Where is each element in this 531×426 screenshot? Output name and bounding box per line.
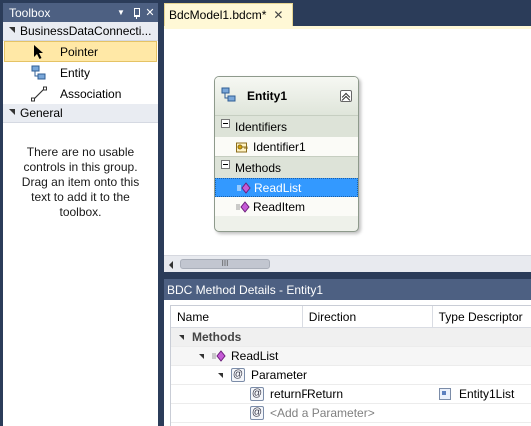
toolbox-title-bar: Toolbox ▼ ✕ — [3, 3, 158, 22]
details-title: BDC Method Details - Entity1 — [167, 282, 324, 297]
expanded-arrow-icon[interactable] — [218, 372, 223, 378]
scroll-thumb[interactable]: III — [180, 259, 270, 269]
toolbox-title: Toolbox — [9, 5, 51, 20]
parameter-label: Parameter — [251, 368, 308, 382]
method-icon — [236, 200, 250, 213]
tab-bdcmodel1[interactable]: BdcModel1.bdcm* ✕ — [164, 3, 293, 26]
expanded-arrow-icon[interactable] — [199, 353, 204, 359]
toolbox-item-label: Association — [60, 86, 122, 101]
parameter-icon: @ — [250, 387, 264, 401]
methods-group-label: Methods — [192, 330, 242, 344]
toolbox-item-entity[interactable]: Entity — [4, 62, 157, 83]
tab-close-icon[interactable]: ✕ — [273, 8, 283, 22]
details-title-bar: BDC Method Details - Entity1 — [164, 279, 531, 300]
toolbox-item-label: Pointer — [60, 44, 99, 59]
toolbox-empty-message: There are no usable controls in this gro… — [21, 145, 140, 219]
parameter-icon: @ — [231, 368, 245, 382]
identifiers-section[interactable]: Identifiers — [215, 115, 358, 137]
parameter-name[interactable]: returnP — [270, 387, 307, 401]
pin-icon[interactable] — [129, 3, 143, 22]
grid-row-return-parameter[interactable]: @ returnP Return Entity1List — [171, 385, 531, 404]
entity-icon — [221, 87, 239, 106]
toolbox-close-icon[interactable]: ✕ — [143, 6, 157, 19]
horizontal-scrollbar[interactable]: III — [164, 255, 531, 272]
method-name: ReadList — [231, 349, 279, 363]
toolbox-panel: Toolbox ▼ ✕ BusinessDataConnecti... Poin… — [3, 3, 158, 426]
add-parameter-placeholder[interactable]: <Add a Parameter> — [270, 406, 375, 420]
key-icon — [236, 140, 250, 154]
toolbox-item-association[interactable]: Association — [4, 83, 157, 104]
method-label: ReadList — [254, 180, 302, 195]
method-row-readlist[interactable]: ReadList — [215, 178, 358, 197]
toolbox-group-label: General — [20, 106, 63, 120]
expanded-arrow-icon — [9, 109, 15, 115]
expanded-arrow-icon — [9, 27, 15, 33]
collapse-minus-icon[interactable] — [221, 119, 230, 128]
column-header-direction[interactable]: Direction — [303, 306, 433, 327]
method-icon — [212, 350, 226, 362]
column-header-name[interactable]: Name — [171, 306, 303, 327]
methods-section[interactable]: Methods — [215, 156, 358, 178]
entity-title: Entity1 — [247, 89, 288, 103]
designer-surface: BdcModel1.bdcm* ✕ Entity1 Identifiers Id… — [164, 3, 531, 275]
toolbox-item-pointer[interactable]: Pointer — [4, 41, 157, 62]
type-descriptor-icon — [439, 388, 451, 400]
toolbox-group-bdc[interactable]: BusinessDataConnecti... — [3, 22, 158, 41]
association-icon — [30, 86, 48, 102]
toolbox-group-label: BusinessDataConnecti... — [20, 24, 152, 38]
entity-shape[interactable]: Entity1 Identifiers Identifier1 Methods … — [214, 76, 359, 232]
pointer-icon — [30, 44, 48, 60]
grid-row-methods[interactable]: Methods — [171, 328, 531, 347]
parameter-type-descriptor[interactable]: Entity1List — [459, 387, 514, 401]
collapse-minus-icon[interactable] — [221, 160, 230, 169]
methods-label: Methods — [235, 160, 282, 175]
grid-row-parameter[interactable]: @ Parameter — [171, 366, 531, 385]
method-row-readitem[interactable]: ReadItem — [215, 197, 358, 216]
method-details-grid: Name Direction Type Descriptor Methods R… — [170, 305, 531, 426]
identifiers-label: Identifiers — [235, 119, 288, 134]
column-header-type-descriptor[interactable]: Type Descriptor — [433, 306, 531, 327]
parameter-icon: @ — [250, 406, 264, 420]
grid-header: Name Direction Type Descriptor — [171, 306, 531, 328]
collapse-chevron-icon[interactable] — [340, 90, 352, 102]
method-icon — [237, 181, 251, 194]
toolbox-group-general[interactable]: General — [3, 104, 158, 123]
toolbox-dropdown-icon[interactable]: ▼ — [114, 8, 128, 17]
design-canvas[interactable]: Entity1 Identifiers Identifier1 Methods … — [164, 29, 531, 255]
scroll-left-icon[interactable] — [169, 261, 173, 269]
method-label: ReadItem — [253, 199, 306, 214]
identifier-row[interactable]: Identifier1 — [215, 137, 358, 156]
parameter-direction[interactable]: Return — [307, 387, 439, 401]
entity-header[interactable]: Entity1 — [215, 77, 358, 115]
bdc-method-details-panel: BDC Method Details - Entity1 Name Direct… — [164, 279, 531, 426]
expanded-arrow-icon[interactable] — [179, 334, 184, 340]
identifier-label: Identifier1 — [253, 139, 306, 154]
grid-row-readlist[interactable]: ReadList — [171, 347, 531, 366]
tab-label: BdcModel1.bdcm* — [169, 8, 267, 22]
entity-icon — [30, 65, 48, 81]
grid-row-add-parameter[interactable]: @ <Add a Parameter> — [171, 404, 531, 423]
toolbox-item-label: Entity — [60, 65, 91, 80]
